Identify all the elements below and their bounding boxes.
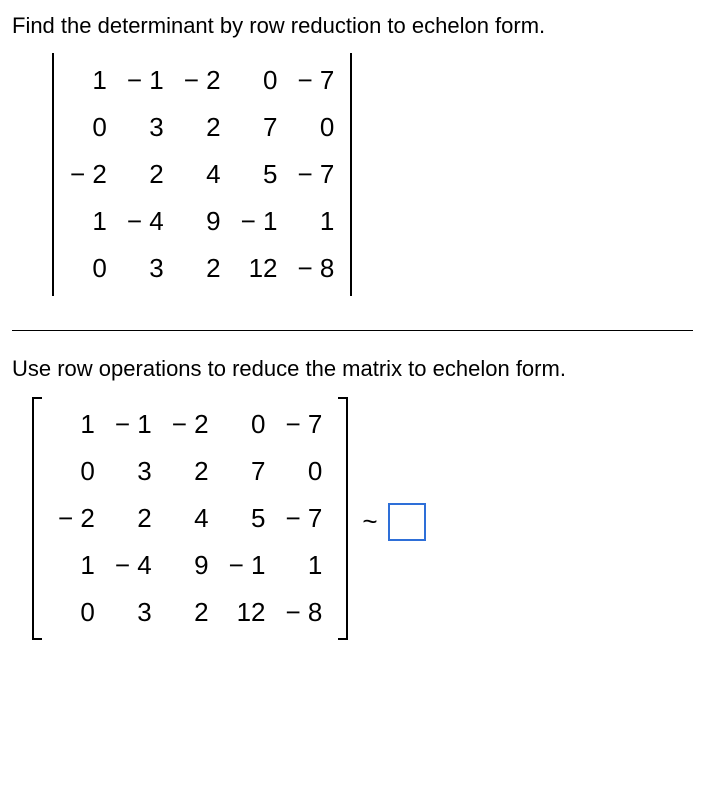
matrix-cell: − 7 [276,495,333,542]
matrix-cell: 3 [105,589,162,636]
matrix-cell: 4 [162,495,219,542]
matrix-row: − 2 2 4 5 − 7 [60,151,344,198]
matrix-cell: 3 [117,245,174,292]
matrix-cell: 0 [60,104,117,151]
matrix-cell: 0 [60,245,117,292]
matrix-cell: 7 [231,104,288,151]
matrix-cell: − 4 [105,542,162,589]
matrix-cell: 5 [231,151,288,198]
matrix-cell: 12 [231,245,288,292]
matrix-row: 1 − 1 − 2 0 − 7 [60,57,344,104]
matrix-cell: − 7 [288,57,345,104]
matrix-cell: 9 [162,542,219,589]
matrix-row: 0 3 2 7 0 [48,448,332,495]
row-equivalence-icon: ~ [362,506,377,537]
matrix-cell: − 1 [105,401,162,448]
matrix-cell: 0 [219,401,276,448]
matrix-row: 1 − 4 9 − 1 1 [48,542,332,589]
matrix-cell: 0 [48,589,105,636]
matrix-cell: 3 [105,448,162,495]
matrix-cell: 0 [288,104,345,151]
matrix-cell: − 2 [174,57,231,104]
matrix-body: 1 − 1 − 2 0 − 7 0 3 2 7 0 − 2 2 4 5 − 7 [54,53,350,296]
matrix-cell: − 8 [288,245,345,292]
matrix-cell: 2 [162,448,219,495]
matrix-cell: 4 [174,151,231,198]
matrix-cell: − 8 [276,589,333,636]
matrix-row: 1 − 4 9 − 1 1 [60,198,344,245]
echelon-matrix: 1 − 1 − 2 0 − 7 0 3 2 7 0 − 2 2 4 [32,397,348,646]
matrix-row: 0 3 2 12 − 8 [60,245,344,292]
matrix-cell: 1 [276,542,333,589]
bracket-left [32,397,42,640]
question-prompt: Find the determinant by row reduction to… [12,12,693,41]
determinant-matrix: 1 − 1 − 2 0 − 7 0 3 2 7 0 − 2 2 4 5 − 7 [52,53,352,302]
matrix-cell: − 7 [276,401,333,448]
matrix-cell: − 2 [48,495,105,542]
matrix-cell: 0 [276,448,333,495]
matrix-cell: 1 [60,198,117,245]
matrix-cell: 2 [174,245,231,292]
matrix-row: − 2 2 4 5 − 7 [48,495,332,542]
matrix-cell: − 1 [219,542,276,589]
bracket-right [338,397,348,640]
matrix-cell: 9 [174,198,231,245]
matrix-cell: − 1 [117,57,174,104]
matrix-row: 0 3 2 12 − 8 [48,589,332,636]
matrix-cell: − 2 [162,401,219,448]
matrix-body: 1 − 1 − 2 0 − 7 0 3 2 7 0 − 2 2 4 [42,397,338,640]
matrix-cell: − 7 [288,151,345,198]
matrix-cell: 3 [117,104,174,151]
matrix-cell: 1 [48,542,105,589]
matrix-row: 0 3 2 7 0 [60,104,344,151]
matrix-cell: 2 [117,151,174,198]
matrix-cell: 2 [162,589,219,636]
answer-input[interactable] [388,503,426,541]
matrix-cell: 1 [60,57,117,104]
det-bar-right [350,53,352,296]
matrix-cell: − 2 [60,151,117,198]
instruction-text: Use row operations to reduce the matrix … [12,355,693,384]
matrix-cell: 1 [48,401,105,448]
matrix-cell: 12 [219,589,276,636]
matrix-row: 1 − 1 − 2 0 − 7 [48,401,332,448]
matrix-cell: 0 [48,448,105,495]
matrix-cell: 1 [288,198,345,245]
matrix-cell: 5 [219,495,276,542]
matrix-cell: − 4 [117,198,174,245]
matrix-cell: 2 [174,104,231,151]
matrix-cell: 7 [219,448,276,495]
section-divider [12,330,693,331]
matrix-cell: 2 [105,495,162,542]
matrix-cell: 0 [231,57,288,104]
matrix-cell: − 1 [231,198,288,245]
